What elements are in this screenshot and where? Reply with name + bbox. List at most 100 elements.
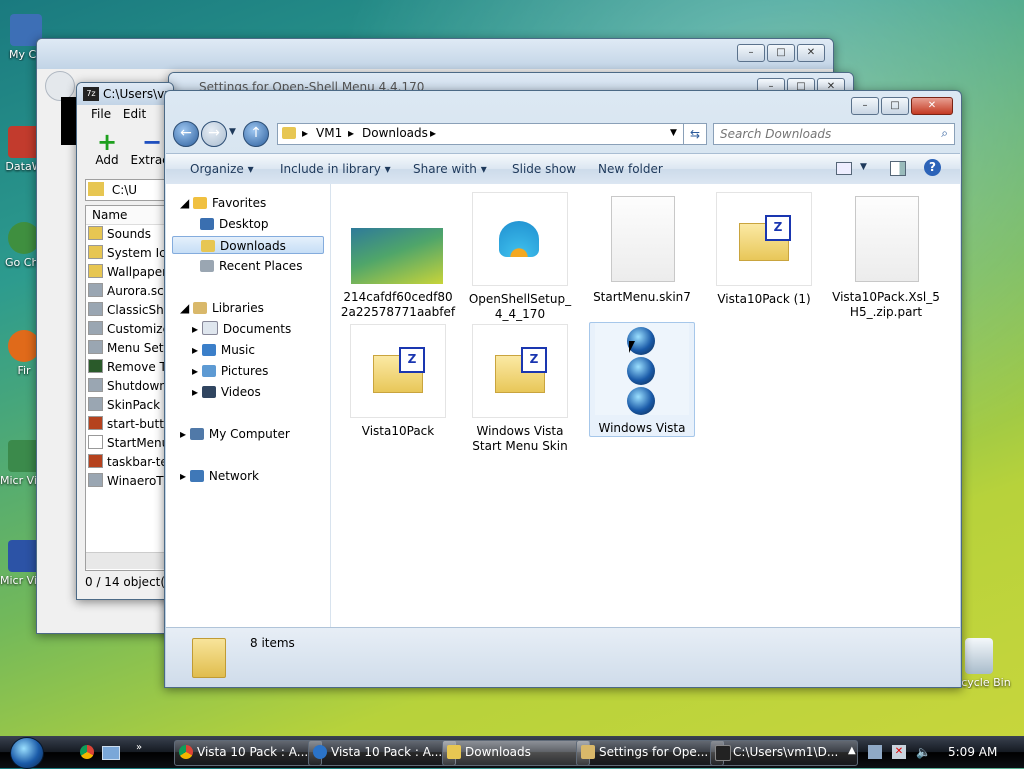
preview-pane-icon[interactable] — [890, 161, 906, 176]
close-button[interactable]: ✕ — [797, 44, 825, 62]
forward-button[interactable]: → — [201, 121, 227, 147]
zip-file-row[interactable]: Customize — [86, 320, 172, 339]
7zip-status: 0 / 14 object(s) — [85, 575, 174, 589]
tray-overflow-icon[interactable]: ▲ — [848, 745, 856, 756]
up-button[interactable]: ↑ — [243, 121, 269, 147]
address-dropdown-icon[interactable]: ▼ — [670, 128, 677, 138]
help-icon[interactable]: ? — [924, 159, 941, 176]
file-view[interactable]: 214cafdf60cedf80 2a22578771aabfef OpenSh… — [331, 184, 960, 627]
show-desktop-icon[interactable] — [102, 746, 120, 760]
nav-favorites[interactable]: ◢ Favorites — [180, 194, 266, 212]
search-box[interactable]: ⌕ — [713, 123, 955, 145]
recent-pages-dropdown-icon[interactable]: ▼ — [229, 127, 236, 137]
search-icon[interactable]: ⌕ — [941, 126, 948, 141]
quicklaunch-overflow-icon[interactable]: » — [136, 742, 142, 753]
zip-file-row[interactable]: StartMenu — [86, 434, 172, 453]
network-tray-icon[interactable] — [868, 745, 882, 759]
clock[interactable]: 5:09 AM — [948, 745, 997, 759]
nav-desktop[interactable]: Desktop — [200, 215, 269, 233]
zip-file-row[interactable]: Aurora.scr — [86, 282, 172, 301]
column-header-name[interactable]: Name — [86, 206, 172, 225]
blank-file-icon — [611, 196, 675, 282]
file-icon — [88, 283, 103, 297]
include-in-library-button[interactable]: Include in library ▾ — [280, 162, 391, 176]
7zip-window[interactable]: 7z C:\Users\vm1\D File Edit + Add − Extr… — [76, 82, 174, 600]
file-item-selected[interactable]: Windows Vista — [589, 322, 695, 437]
file-icon — [88, 454, 103, 468]
folder-icon — [88, 226, 103, 240]
start-orb-icon — [627, 357, 655, 385]
nav-documents[interactable]: ▸ Documents — [192, 320, 291, 338]
nav-downloads[interactable]: Downloads — [172, 236, 324, 254]
breadcrumb-downloads[interactable]: Downloads — [362, 126, 428, 140]
file-item[interactable]: Z Vista10Pack — [339, 324, 457, 439]
taskbar-item-7zip[interactable]: C:\Users\vm1\D... — [710, 740, 858, 766]
nav-pictures[interactable]: ▸ Pictures — [192, 362, 268, 380]
zip-file-row[interactable]: System Ico — [86, 244, 172, 263]
zip-file-row[interactable]: start-butto — [86, 415, 172, 434]
documents-icon — [201, 321, 218, 335]
volume-icon[interactable]: 🔈 — [916, 745, 931, 759]
nav-my-computer[interactable]: ▸ My Computer — [180, 425, 290, 443]
zip-file-row[interactable]: Menu Setti — [86, 339, 172, 358]
start-button[interactable] — [10, 737, 44, 769]
nav-videos[interactable]: ▸ Videos — [192, 383, 261, 401]
action-center-icon[interactable]: ✕ — [892, 745, 906, 759]
refresh-button[interactable]: ⇆ — [683, 123, 707, 145]
videos-icon — [201, 386, 216, 398]
add-button[interactable]: + Add — [91, 130, 123, 167]
zip-file-row[interactable]: ClassicShe — [86, 301, 172, 320]
zip-file-row[interactable]: Remove Ta — [86, 358, 172, 377]
back-button[interactable]: ← — [173, 121, 199, 147]
zip-file-row[interactable]: Shutdown — [86, 377, 172, 396]
breadcrumb-vm1[interactable]: VM1 — [316, 126, 342, 140]
view-dropdown-icon[interactable]: ▼ — [860, 162, 867, 172]
document-thumbnail — [839, 192, 933, 284]
up-folder-icon[interactable] — [88, 182, 104, 196]
internet-explorer-icon — [313, 745, 327, 759]
menu-edit[interactable]: Edit — [123, 107, 146, 121]
file-item[interactable]: Vista10Pack.Xsl_5 H5_.zip.part — [827, 192, 945, 320]
file-item[interactable]: 214cafdf60cedf80 2a22578771aabfef — [339, 192, 457, 320]
chrome-quicklaunch-icon[interactable] — [80, 745, 94, 759]
recycle-bin-icon — [965, 638, 993, 674]
libraries-icon — [193, 302, 208, 314]
title-bar[interactable] — [37, 39, 833, 69]
zip-file-row[interactable]: taskbar-tex — [86, 453, 172, 472]
nav-network[interactable]: ▸ Network — [180, 467, 259, 485]
file-item[interactable]: StartMenu.skin7 — [583, 192, 701, 305]
search-input[interactable] — [714, 124, 932, 144]
file-item[interactable]: Z Vista10Pack (1) — [705, 192, 823, 307]
zip-file-row[interactable]: Wallpapers — [86, 263, 172, 282]
minimize-button[interactable]: – — [851, 97, 879, 115]
file-item[interactable]: Z Windows Vista Start Menu Skin — [461, 324, 579, 454]
taskbar-item-settings[interactable]: Settings for Ope... — [576, 740, 724, 766]
zip-file-row[interactable]: WinaeroTv — [86, 472, 172, 491]
zip-file-row[interactable]: Sounds — [86, 225, 172, 244]
horizontal-scrollbar[interactable] — [86, 552, 172, 569]
nav-recent-places[interactable]: Recent Places — [200, 257, 302, 275]
path-bar[interactable]: C:\U — [85, 179, 173, 201]
view-options-icon[interactable] — [836, 162, 852, 175]
new-folder-button[interactable]: New folder — [598, 162, 663, 176]
minimize-button[interactable]: – — [737, 44, 765, 62]
close-button[interactable]: ✕ — [911, 97, 953, 115]
file-list[interactable]: Name Sounds System Ico Wallpapers Aurora.sc… — [85, 205, 173, 571]
nav-libraries[interactable]: ◢ Libraries — [180, 299, 264, 317]
file-icon — [88, 416, 103, 430]
address-bar[interactable]: ▸ VM1 ▸ Downloads ▸ ▼ — [277, 123, 701, 145]
organize-button[interactable]: Organize ▾ — [190, 162, 254, 176]
menu-file[interactable]: File — [91, 107, 111, 121]
taskbar-item-downloads[interactable]: Downloads — [442, 740, 590, 766]
file-item[interactable]: OpenShellSetup_ 4_4_170 — [461, 192, 579, 322]
nav-music[interactable]: ▸ Music — [192, 341, 255, 359]
slide-show-button[interactable]: Slide show — [512, 162, 576, 176]
taskbar-item-chrome[interactable]: Vista 10 Pack : A... — [174, 740, 322, 766]
explorer-window[interactable]: – □ ✕ ← → ▼ ↑ ▸ VM1 ▸ Downloads ▸ ▼ ⇆ ⌕ … — [164, 90, 962, 688]
share-with-button[interactable]: Share with ▾ — [413, 162, 487, 176]
taskbar-item-ie[interactable]: Vista 10 Pack : A... — [308, 740, 456, 766]
maximize-button[interactable]: □ — [767, 44, 795, 62]
zip-file-row[interactable]: SkinPack V — [86, 396, 172, 415]
maximize-button[interactable]: □ — [881, 97, 909, 115]
blank-file-icon — [855, 196, 919, 282]
